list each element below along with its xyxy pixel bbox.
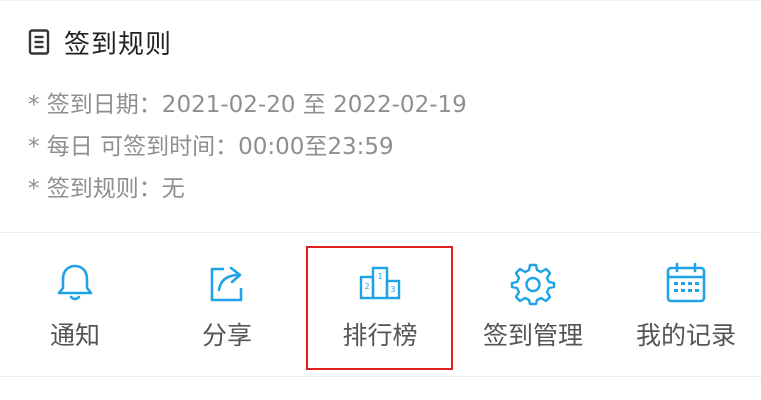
checkin-manage-label: 签到管理 <box>482 321 583 350</box>
share-label: 分享 <box>201 321 252 350</box>
checkin-page: 签到规则 * 签到日期：2021-02-20 至 2022-02-19 * 每日… <box>0 0 761 400</box>
rules-list: * 签到日期：2021-02-20 至 2022-02-19 * 每日 可签到时… <box>28 84 467 210</box>
divider <box>0 376 761 377</box>
calendar-icon <box>666 262 706 303</box>
podium-icon: 1 2 3 <box>359 266 401 300</box>
action-bar: 通知 分享 1 2 3 排行榜 签到管理 我的记录 <box>0 240 761 370</box>
svg-text:3: 3 <box>390 285 395 294</box>
share-button[interactable]: 分享 <box>152 240 302 370</box>
notify-button[interactable]: 通知 <box>0 240 150 370</box>
top-border <box>0 0 761 1</box>
my-records-label: 我的记录 <box>635 321 736 350</box>
document-icon <box>28 29 50 55</box>
notify-label: 通知 <box>49 321 100 350</box>
bell-icon <box>57 264 93 301</box>
rule-daily-time: * 每日 可签到时间：00:00至23:59 <box>28 134 394 160</box>
svg-text:1: 1 <box>377 272 382 281</box>
checkin-manage-button[interactable]: 签到管理 <box>458 240 608 370</box>
share-icon <box>210 266 243 302</box>
gear-icon <box>510 263 556 306</box>
rules-title: 签到规则 <box>64 29 173 60</box>
leaderboard-button[interactable]: 1 2 3 排行榜 <box>305 240 455 370</box>
my-records-button[interactable]: 我的记录 <box>611 240 761 370</box>
divider <box>0 232 761 233</box>
rule-date-range: * 签到日期：2021-02-20 至 2022-02-19 <box>28 92 467 118</box>
rule-checkin-rule: * 签到规则：无 <box>28 176 185 202</box>
svg-text:2: 2 <box>364 282 369 291</box>
leaderboard-label: 排行榜 <box>342 321 418 350</box>
rules-header: 签到规则 <box>28 24 172 60</box>
